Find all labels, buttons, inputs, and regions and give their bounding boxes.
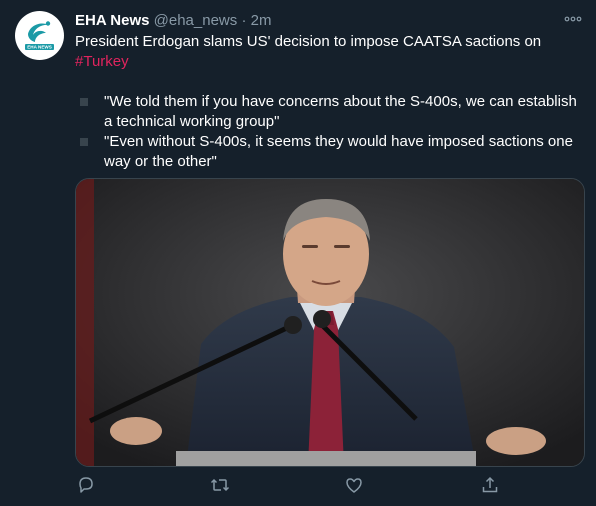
bullet-icon (80, 98, 88, 106)
display-name[interactable]: EHA News (75, 12, 149, 29)
user-handle[interactable]: @eha_news (154, 12, 238, 29)
tweet-headline: President Erdogan slams US' decision to … (75, 32, 580, 72)
tweet-actions (75, 474, 515, 496)
like-button[interactable] (343, 474, 365, 496)
retweet-button[interactable] (209, 474, 231, 496)
tweet[interactable]: EHA NEWS EHA News @eha_news · 2m Preside… (0, 0, 596, 506)
avatar[interactable]: EHA NEWS (15, 11, 64, 60)
retweet-icon (210, 478, 230, 492)
headline-text: President Erdogan slams US' decision to … (75, 33, 542, 50)
like-icon (346, 478, 362, 493)
quote-text: "Even without S-400s, it seems they woul… (104, 133, 573, 170)
quote-text: "We told them if you have concerns about… (104, 93, 577, 130)
tweet-photo[interactable] (75, 178, 585, 467)
tweet-text: President Erdogan slams US' decision to … (75, 32, 580, 172)
quote-item: "Even without S-400s, it seems they woul… (75, 132, 580, 172)
eha-news-logo: EHA NEWS (15, 11, 64, 60)
separator-dot: · (241, 12, 247, 29)
tweet-header: EHA News @eha_news · 2m (75, 11, 576, 31)
quote-item: "We told them if you have concerns about… (75, 92, 580, 132)
share-button[interactable] (479, 474, 501, 496)
speaker-photo (76, 179, 584, 466)
reply-button[interactable] (75, 474, 97, 496)
avatar-text: EHA NEWS (27, 45, 52, 50)
timestamp[interactable]: 2m (251, 12, 272, 29)
hashtag-link[interactable]: #Turkey (75, 53, 129, 70)
reply-icon (79, 477, 93, 493)
share-icon (482, 476, 498, 493)
more-options-icon[interactable] (564, 11, 582, 30)
bullet-icon (80, 138, 88, 146)
